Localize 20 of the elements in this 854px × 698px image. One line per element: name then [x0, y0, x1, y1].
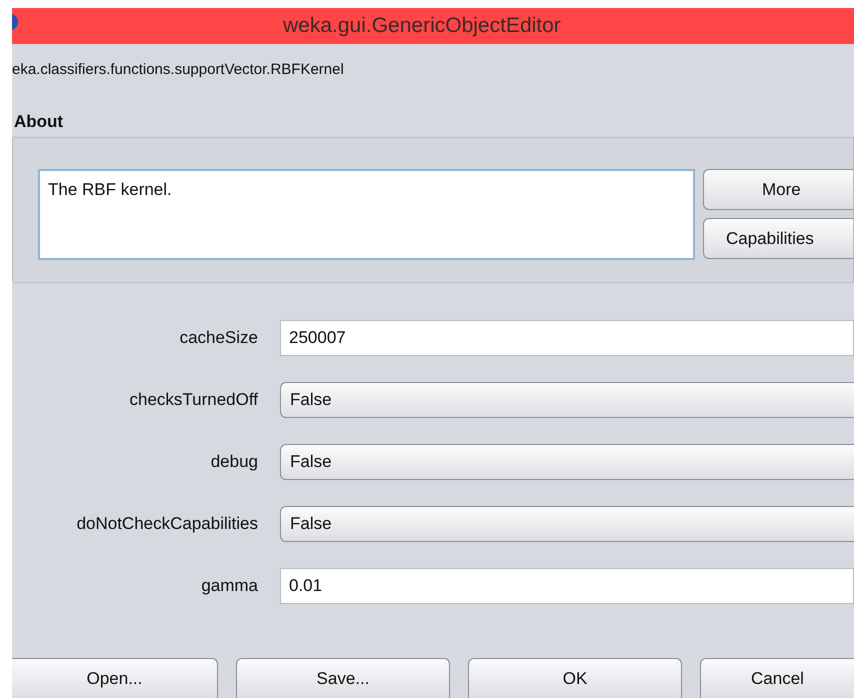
about-button[interactable]: More — [703, 169, 853, 210]
dropdown[interactable]: False — [280, 444, 854, 480]
dialog-button[interactable]: Cancel — [700, 658, 854, 698]
dialog-button[interactable]: Open... — [12, 658, 218, 698]
about-heading: About — [14, 110, 64, 132]
dialog-button[interactable]: Save... — [236, 658, 450, 698]
property-label: checksTurnedOff — [128, 389, 258, 412]
input-field[interactable]: 250007 — [280, 320, 854, 356]
property-label: cacheSize — [178, 327, 258, 350]
class-name: eka.classifiers.functions.supportVector.RBFKernel — [12, 60, 344, 80]
about-button[interactable]: Capabilities — [703, 218, 853, 259]
description-area: The RBF kernel. — [38, 169, 695, 260]
window-title: weka.gui.GenericObjectEditor — [283, 13, 561, 40]
property-label: debug — [210, 451, 258, 474]
property-label: doNotCheckCapabilities — [76, 513, 258, 536]
dropdown[interactable]: False — [280, 506, 854, 542]
dropdown[interactable]: False — [280, 382, 854, 418]
dialog-button[interactable]: OK — [468, 658, 682, 698]
property-label: gamma — [200, 575, 258, 598]
input-field[interactable]: 0.01 — [280, 568, 854, 604]
